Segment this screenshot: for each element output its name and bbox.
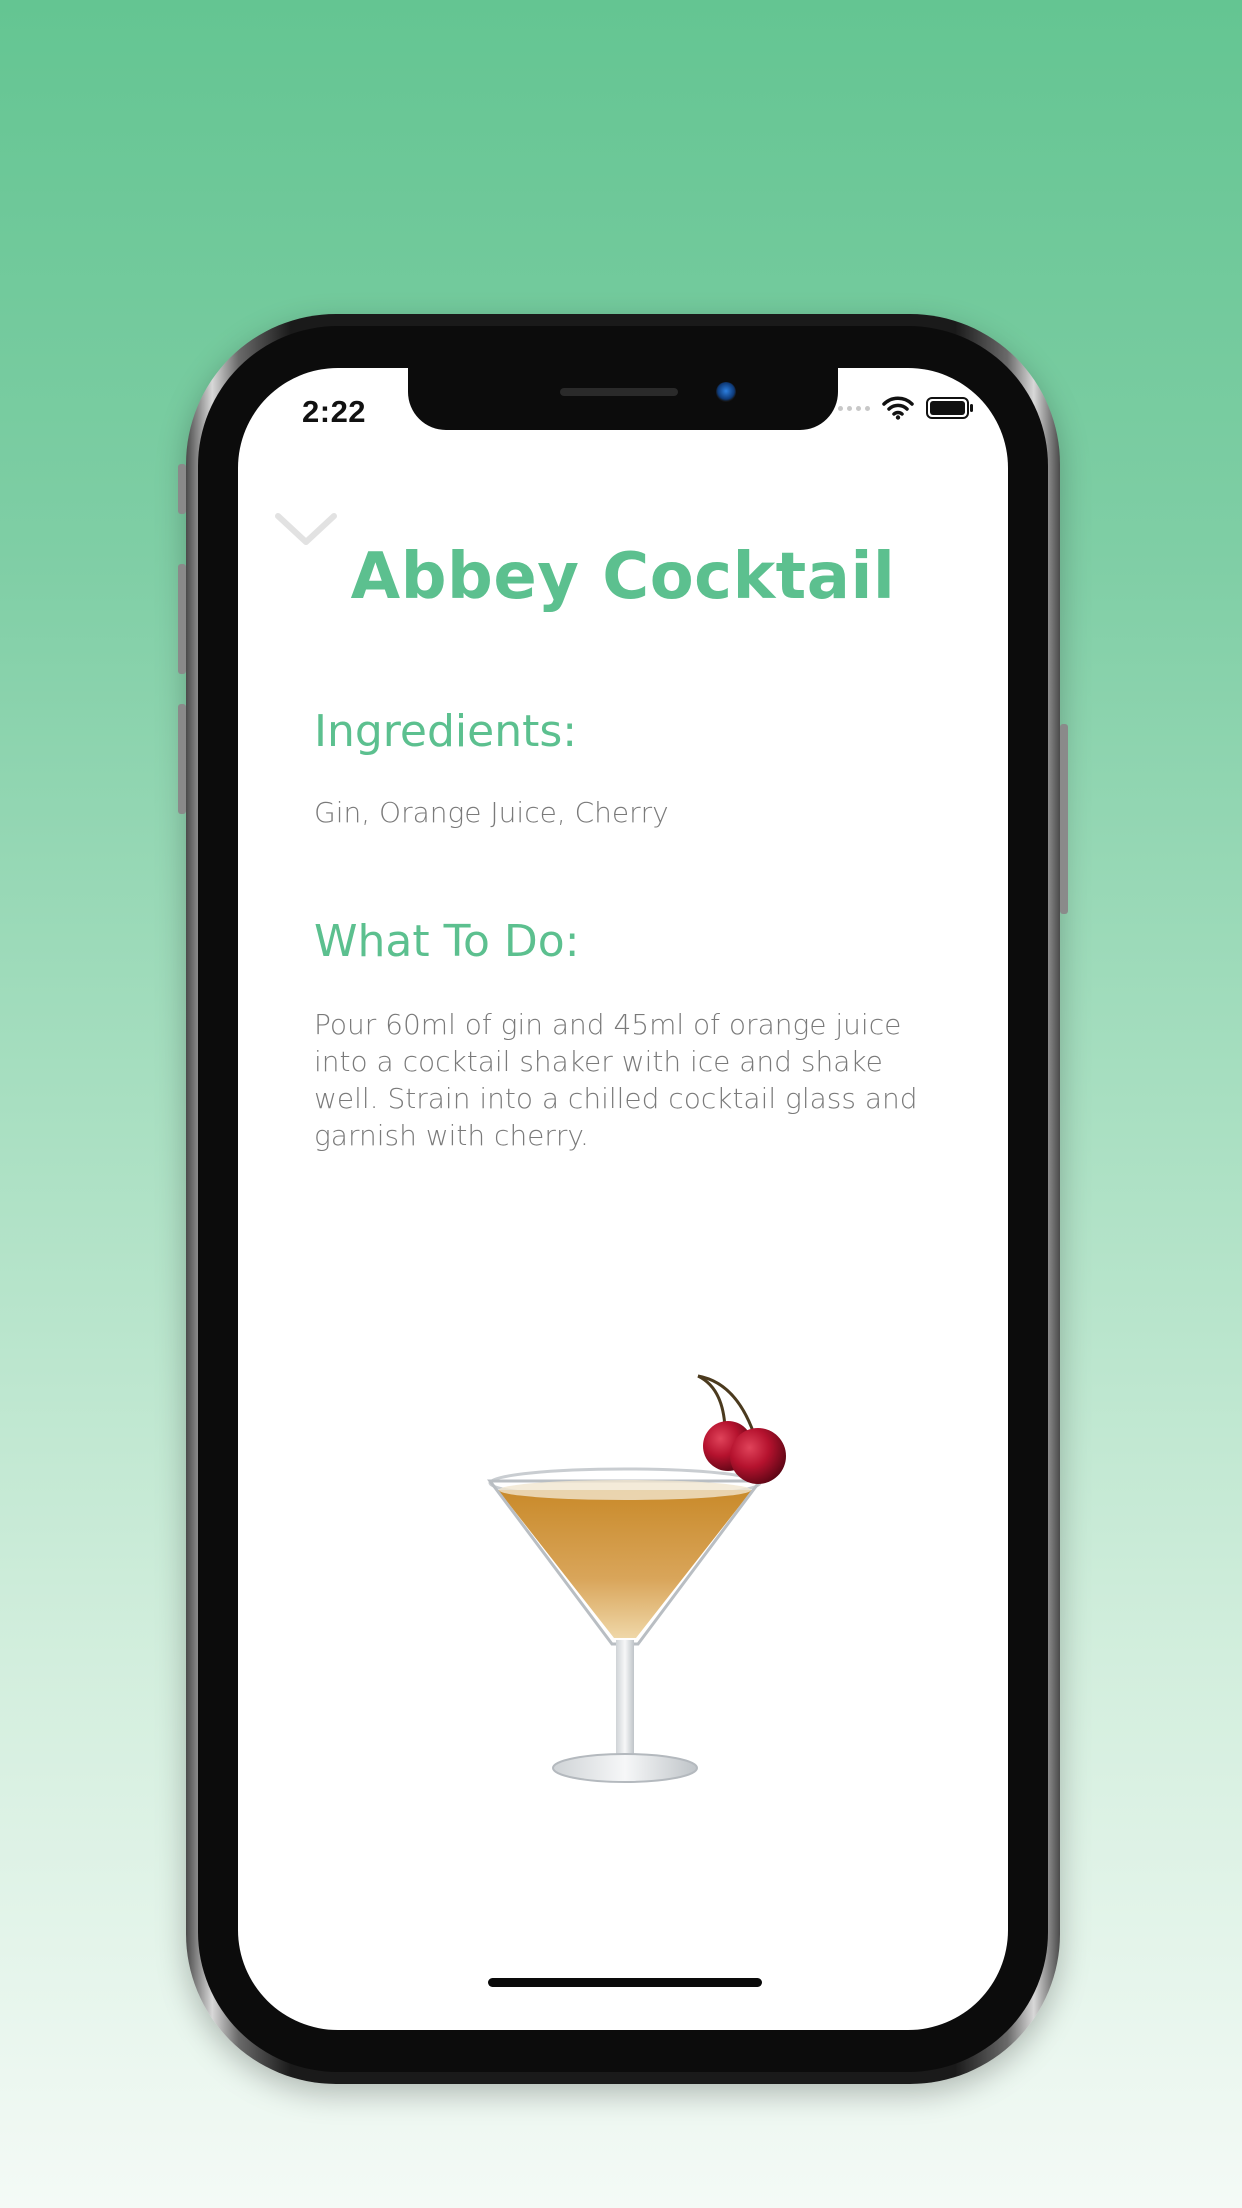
status-time: 2:22 [302,394,367,429]
front-camera [716,382,736,402]
notch [408,368,838,430]
battery-icon [926,397,973,419]
drink-title: Abbey Cocktail [350,540,896,614]
ingredients-text: Gin, Orange Juice, Cherry [314,796,669,829]
volume-up-button [178,564,186,674]
volume-down-button [178,704,186,814]
phone-frame: 2:22 Abbey Cocktail Ingredients: Gin, Or… [178,314,1068,2084]
signal-dots-icon [838,405,870,411]
instructions-text: Pour 60ml of gin and 45ml of orange juic… [314,1008,918,1152]
earpiece-speaker [560,388,678,396]
app-screen: 2:22 Abbey Cocktail Ingredients: Gin, Or… [238,368,1008,2030]
silent-switch [178,464,186,514]
ingredients-heading: Ingredients: [314,706,578,757]
power-button [1060,724,1068,914]
wifi-icon [882,396,914,420]
cocktail-image [487,1374,786,1783]
status-icons [838,396,974,420]
home-indicator[interactable] [488,1978,762,1987]
instructions-heading: What To Do: [314,916,580,967]
